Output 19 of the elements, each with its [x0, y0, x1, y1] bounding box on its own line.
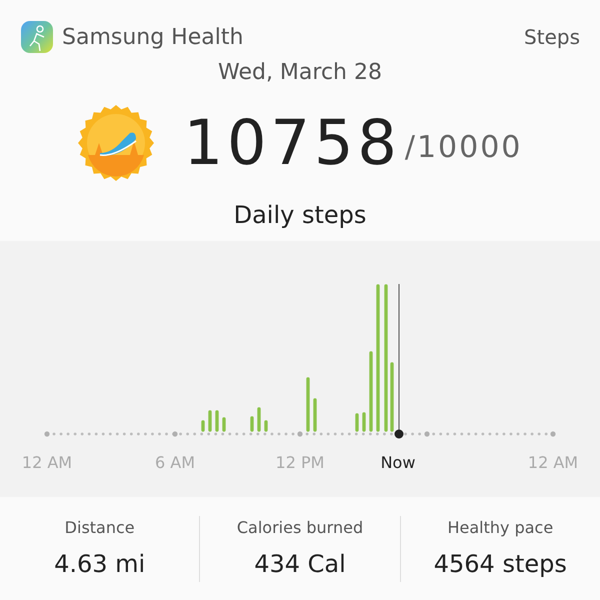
stat-label: Calories burned — [236, 516, 364, 538]
time-label: 12 PM — [276, 452, 324, 474]
stat-value: 4564 steps — [434, 548, 567, 580]
step-count: 10758 — [184, 112, 401, 174]
stat-value: 434 Cal — [254, 548, 346, 580]
app-title: Samsung Health — [62, 24, 244, 52]
time-label: 12 AM — [22, 452, 72, 474]
section-title: Steps — [524, 24, 580, 51]
stat-label: Healthy pace — [447, 516, 554, 538]
app-logo-icon — [20, 20, 54, 54]
time-label: Now — [380, 452, 416, 474]
time-label: 6 AM — [155, 452, 195, 474]
stat-value: 4.63 mi — [54, 548, 146, 580]
date-label: Wed, March 28 — [218, 59, 382, 87]
daily-steps-label: Daily steps — [234, 200, 366, 231]
medal-icon — [78, 105, 154, 181]
time-label: 12 AM — [528, 452, 578, 474]
step-goal: /10000 — [404, 129, 522, 167]
stat-label: Distance — [64, 516, 135, 538]
